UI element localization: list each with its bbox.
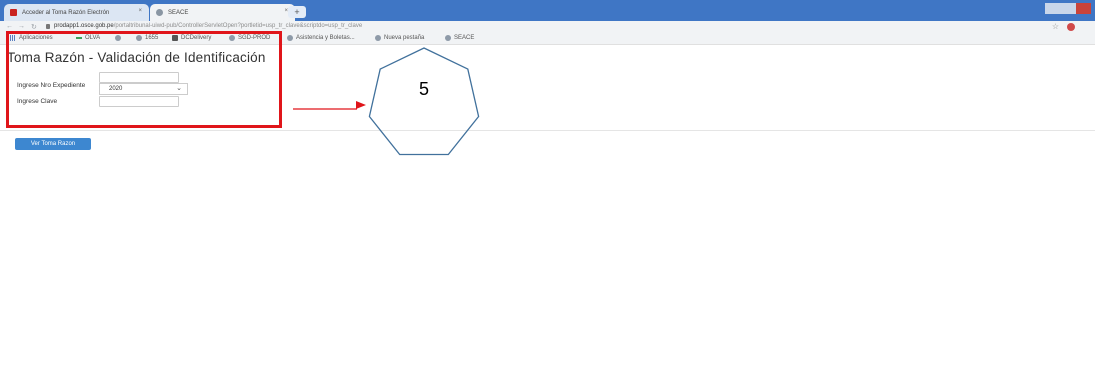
tab-toma-razon[interactable]: Acceder al Toma Razón Electrón × bbox=[4, 4, 149, 21]
lock-icon bbox=[46, 24, 50, 29]
bookmark-label: Asistencia y Boletas... bbox=[296, 35, 355, 41]
window-controls bbox=[1045, 3, 1091, 14]
url-host: prodapp1.osce.gob.pe bbox=[54, 23, 114, 29]
tab-title: Acceder al Toma Razón Electrón bbox=[22, 9, 110, 16]
globe-icon bbox=[156, 9, 163, 16]
annotation-heptagon bbox=[368, 47, 480, 156]
bookmark-asistencia[interactable]: Asistencia y Boletas... bbox=[287, 35, 355, 41]
section-divider bbox=[0, 130, 1095, 131]
tab-title: SEACE bbox=[168, 9, 189, 16]
url-path: /portaltribunal-uiwd-pub/ControllerServl… bbox=[113, 23, 363, 29]
ver-toma-razon-button[interactable]: Ver Toma Razon bbox=[15, 138, 91, 150]
url-field[interactable]: prodapp1.osce.gob.pe/portaltribunal-uiwd… bbox=[54, 23, 362, 29]
bookmark-label: Nueva pestaña bbox=[384, 35, 425, 41]
minimize-button[interactable] bbox=[1045, 3, 1061, 14]
globe-icon bbox=[445, 35, 451, 41]
globe-icon bbox=[375, 35, 381, 41]
new-tab-button[interactable]: + bbox=[288, 6, 306, 18]
screenshot-stage: Acceder al Toma Razón Electrón × SEACE ×… bbox=[0, 0, 1095, 371]
tab-close-icon[interactable]: × bbox=[138, 8, 142, 14]
annotation-arrow-head bbox=[356, 101, 366, 109]
annotation-highlight-box bbox=[6, 31, 282, 128]
bookmark-nueva-pestana[interactable]: Nueva pestaña bbox=[375, 35, 424, 41]
globe-icon bbox=[287, 35, 293, 41]
profile-avatar[interactable] bbox=[1067, 23, 1075, 31]
tab-seace[interactable]: SEACE × bbox=[150, 4, 295, 21]
maximize-button[interactable] bbox=[1060, 3, 1076, 14]
annotation-step-number: 5 bbox=[419, 79, 429, 99]
bookmark-label: SEACE bbox=[454, 35, 475, 41]
reload-icon[interactable]: ↻ bbox=[31, 23, 37, 31]
back-arrow-icon[interactable]: ← bbox=[6, 23, 13, 30]
bookmark-seace[interactable]: SEACE bbox=[445, 35, 474, 41]
forward-arrow-icon[interactable]: → bbox=[18, 23, 25, 30]
window-close-button[interactable] bbox=[1075, 3, 1091, 14]
tab-favicon-icon bbox=[10, 9, 17, 16]
browser-tabstrip: Acceder al Toma Razón Electrón × SEACE ×… bbox=[0, 0, 1095, 21]
bookmark-star-icon[interactable]: ☆ bbox=[1052, 22, 1059, 31]
